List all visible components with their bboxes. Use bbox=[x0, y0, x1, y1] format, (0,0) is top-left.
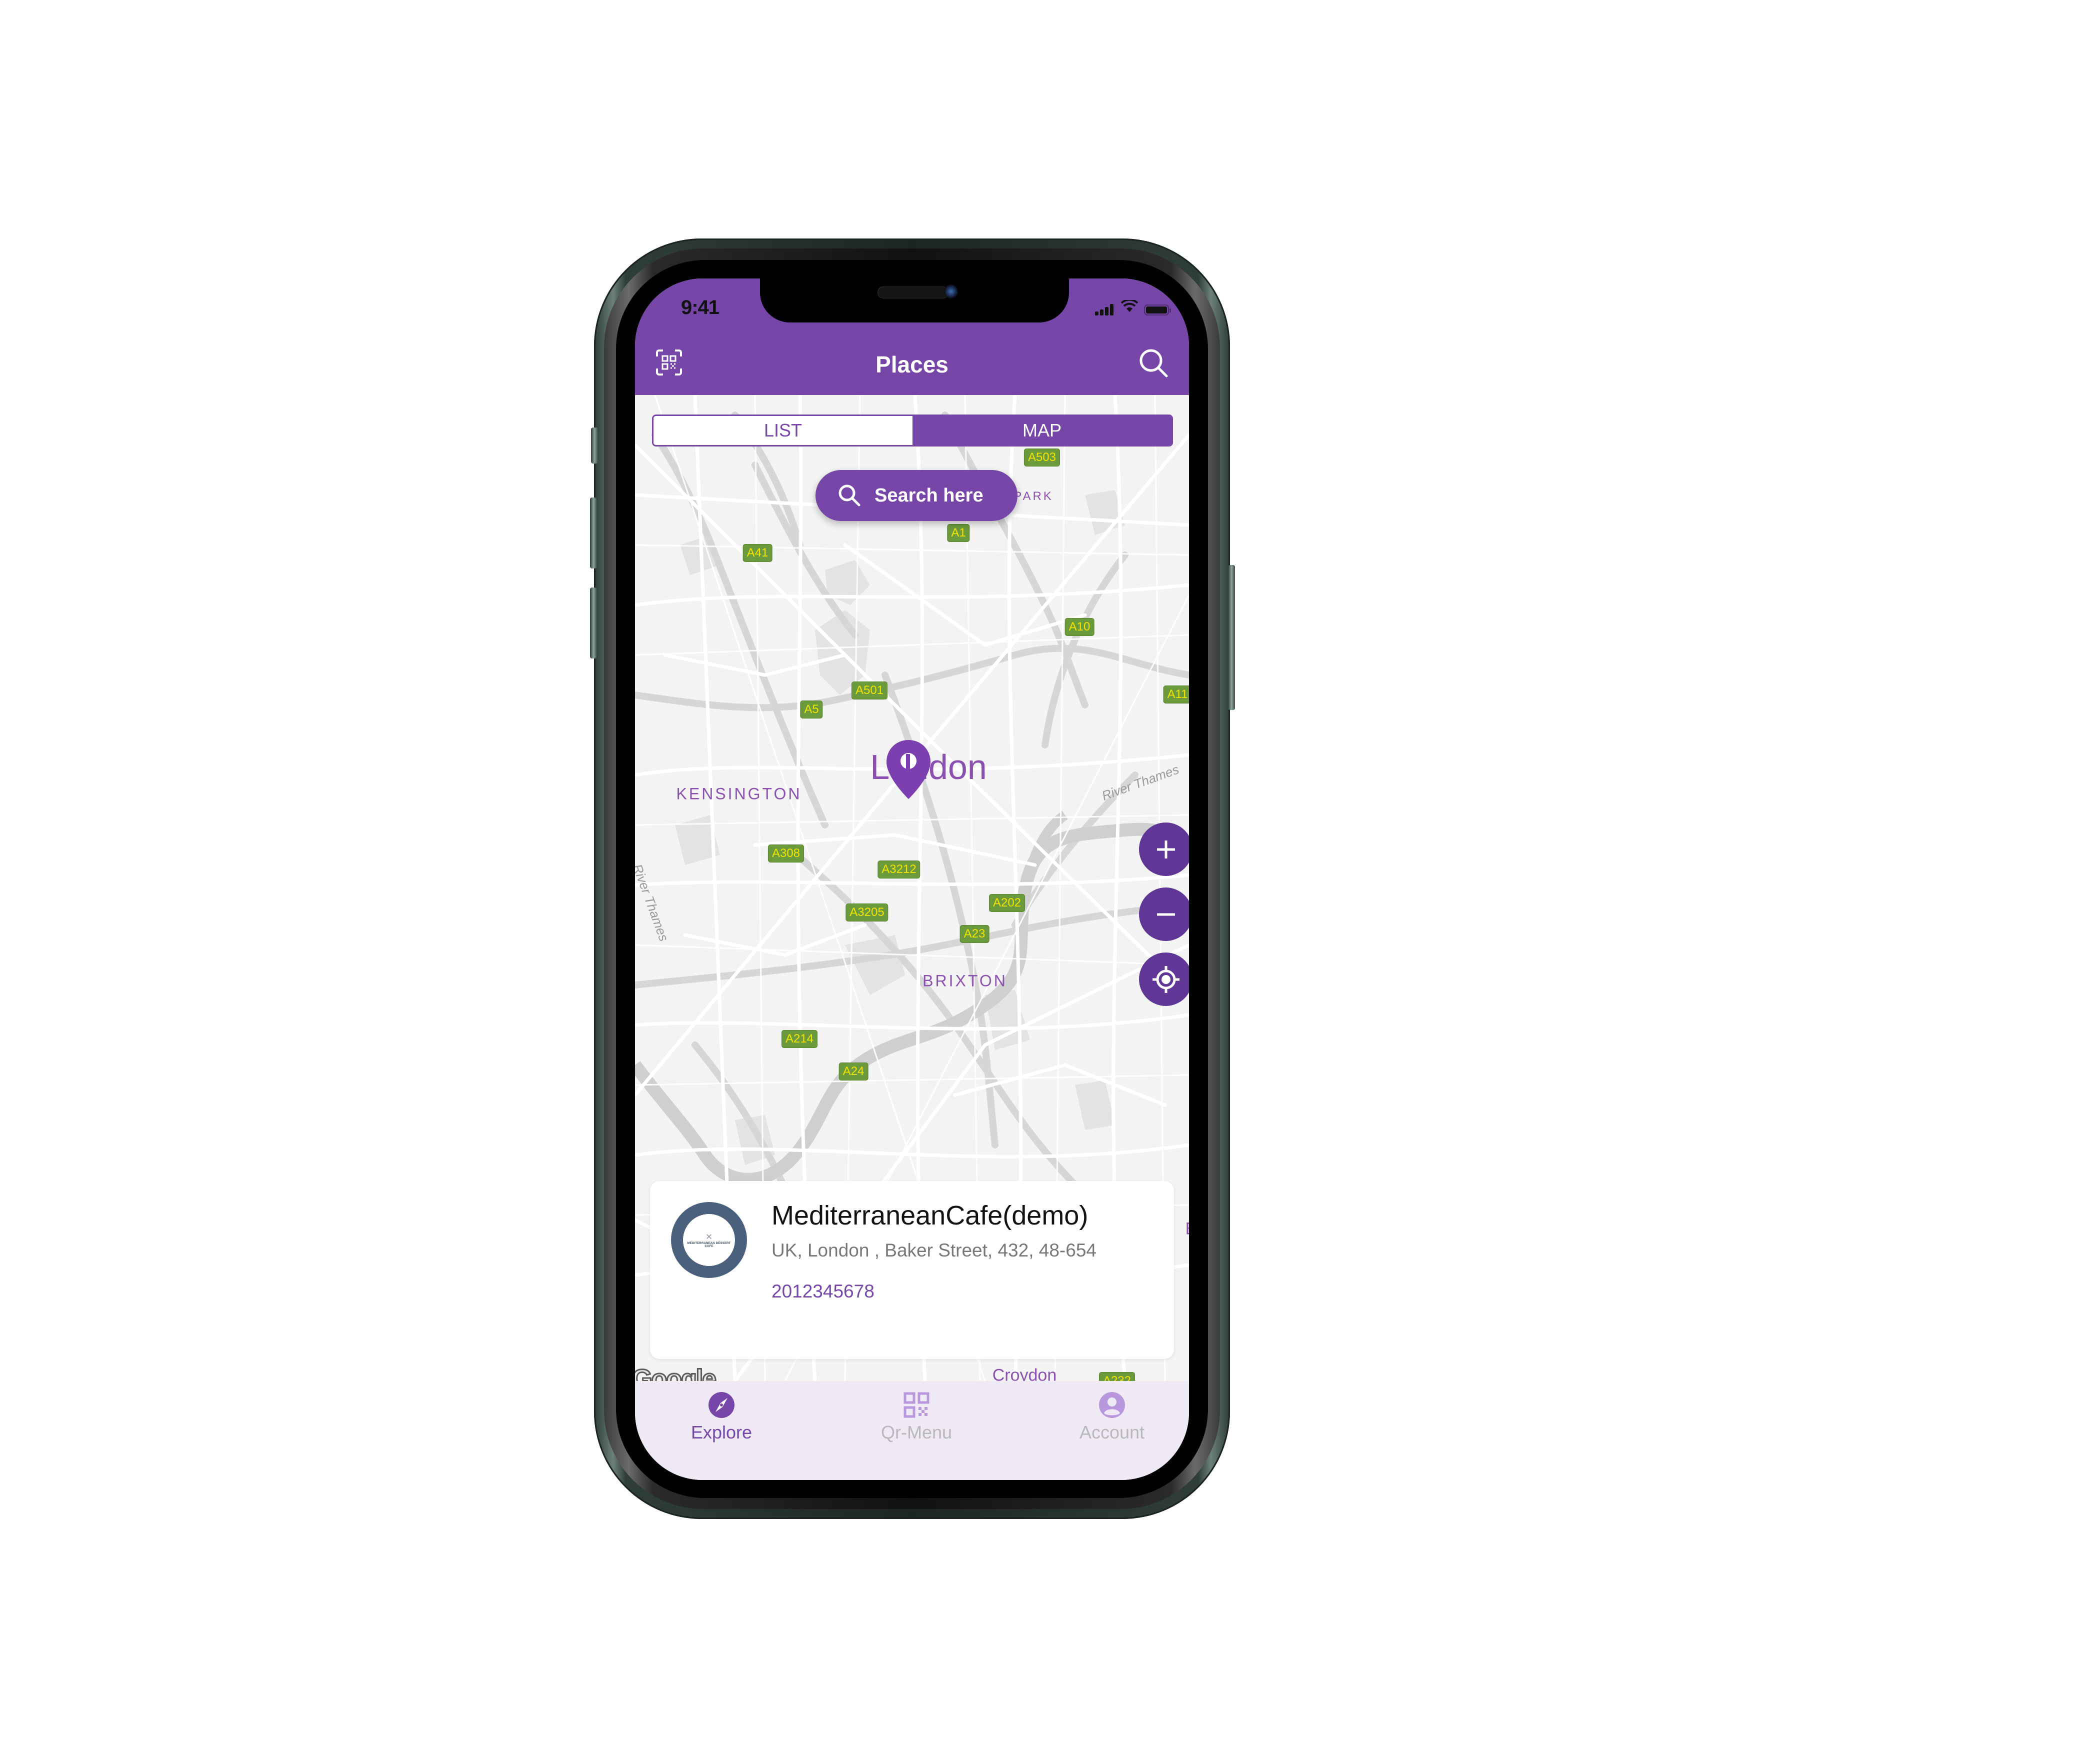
road-badge: A41 bbox=[742, 544, 772, 562]
volume-down-button bbox=[590, 588, 597, 658]
my-location-button[interactable] bbox=[1139, 952, 1189, 1006]
road-badge: A3212 bbox=[878, 860, 920, 878]
area-label-park: PARK bbox=[1014, 490, 1054, 503]
page-title: Places bbox=[876, 352, 948, 378]
search-icon bbox=[838, 484, 860, 506]
nav-label: Account bbox=[1079, 1422, 1145, 1442]
place-phone[interactable]: 2012345678 bbox=[772, 1281, 874, 1302]
road-badge: A23 bbox=[960, 925, 990, 943]
place-label-partial: B bbox=[1186, 1220, 1189, 1239]
road-badge: A3205 bbox=[846, 904, 888, 922]
road-badge: A11 bbox=[1163, 686, 1189, 704]
app-header: 9:41 Places bbox=[635, 278, 1189, 395]
fork-knife-icon: ✕ bbox=[706, 1233, 712, 1242]
bottom-navigation: Explore Qr-Menu Account bbox=[635, 1381, 1189, 1480]
zoom-in-button[interactable] bbox=[1139, 822, 1189, 876]
speaker-grille bbox=[878, 286, 948, 298]
phone-screen: 9:41 Places A503 A1 A41 A10 A501 A11 A5 … bbox=[635, 278, 1189, 1480]
road-badge: A5 bbox=[800, 700, 823, 718]
place-name: MediterraneanCafe(demo) bbox=[772, 1200, 1088, 1230]
place-address: UK, London , Baker Street, 432, 48-654 bbox=[772, 1240, 1096, 1260]
road-badge: A24 bbox=[838, 1062, 868, 1080]
area-label-brixton: BRIXTON bbox=[922, 972, 1008, 990]
road-badge: A202 bbox=[988, 894, 1026, 912]
qr-code-icon bbox=[904, 1392, 930, 1418]
volume-up-button bbox=[590, 498, 597, 568]
nav-item-explore[interactable]: Explore bbox=[666, 1391, 776, 1443]
wifi-icon bbox=[1120, 298, 1138, 316]
road-badge: A10 bbox=[1064, 618, 1094, 636]
place-card[interactable]: ✕ MEDITERRANEAN DESSERT CAFE Mediterrane… bbox=[650, 1181, 1174, 1359]
google-attribution: Google bbox=[635, 1364, 718, 1382]
nav-label: Explore bbox=[690, 1422, 752, 1442]
place-label-croydon: Croydon bbox=[992, 1366, 1057, 1382]
cellular-signal-icon bbox=[1095, 304, 1115, 316]
tab-list[interactable]: LIST bbox=[654, 416, 912, 445]
location-pin-icon[interactable] bbox=[885, 739, 932, 800]
road-badge: A308 bbox=[768, 844, 804, 862]
road-badge: A501 bbox=[851, 682, 888, 700]
place-logo: ✕ MEDITERRANEAN DESSERT CAFE bbox=[671, 1202, 747, 1278]
power-button bbox=[1228, 565, 1235, 710]
status-icons bbox=[1095, 298, 1171, 316]
road-badge: A232 bbox=[1098, 1372, 1136, 1381]
view-toggle: LIST MAP bbox=[652, 414, 1173, 446]
search-button[interactable] bbox=[1138, 348, 1169, 378]
zoom-out-button[interactable] bbox=[1139, 888, 1189, 941]
tab-map[interactable]: MAP bbox=[912, 416, 1172, 445]
minus-icon bbox=[1156, 913, 1175, 916]
plus-icon bbox=[1156, 840, 1175, 858]
place-logo-text: MEDITERRANEAN DESSERT CAFE bbox=[687, 1242, 731, 1248]
search-here-button[interactable]: Search here bbox=[816, 470, 1018, 521]
notch bbox=[760, 278, 1069, 322]
compass-icon bbox=[708, 1392, 734, 1418]
account-circle-icon bbox=[1099, 1392, 1125, 1418]
area-label-kensington: KENSINGTON bbox=[676, 784, 802, 803]
road-badge: A1 bbox=[947, 524, 970, 542]
search-here-label: Search here bbox=[874, 484, 984, 506]
nav-label: Qr-Menu bbox=[880, 1422, 952, 1442]
status-time: 9:41 bbox=[680, 296, 720, 318]
mute-switch bbox=[591, 428, 598, 464]
battery-icon bbox=[1144, 304, 1171, 316]
map-view[interactable]: A503 A1 A41 A10 A501 A11 A5 A308 A3212 A… bbox=[635, 395, 1189, 1381]
search-icon bbox=[1140, 349, 1168, 378]
road-badge: A503 bbox=[1024, 448, 1060, 466]
nav-item-qr-menu[interactable]: Qr-Menu bbox=[862, 1391, 972, 1443]
road-badge: A214 bbox=[781, 1030, 818, 1048]
nav-item-account[interactable]: Account bbox=[1057, 1391, 1167, 1443]
front-camera bbox=[944, 284, 958, 298]
my-location-icon bbox=[1152, 966, 1180, 993]
